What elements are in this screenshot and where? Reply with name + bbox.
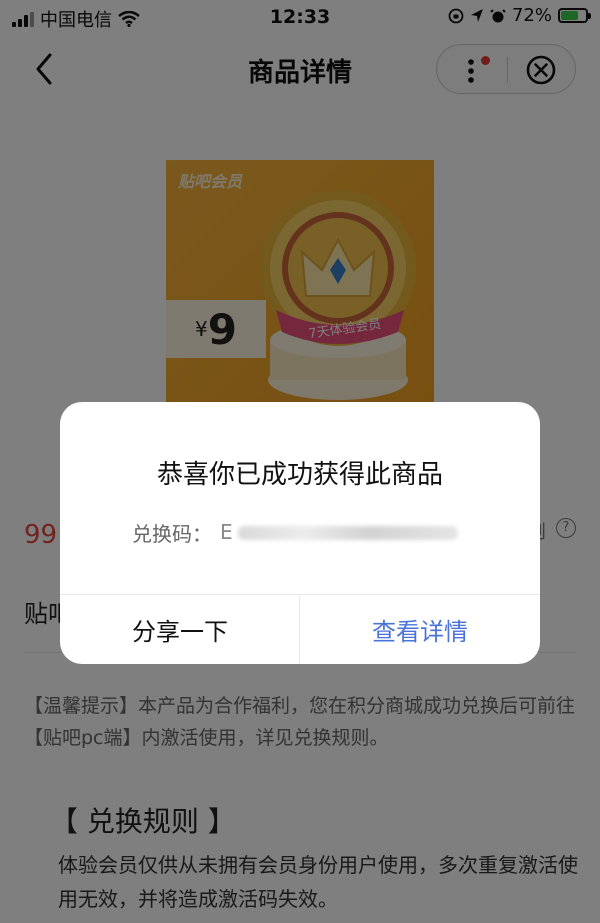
dialog-title: 恭喜你已成功获得此商品 [156,460,443,490]
success-dialog: 恭喜你已成功获得此商品 兑换码： E 分享一下 查看详情 [60,402,540,664]
code-first-char: E [220,519,233,544]
share-button[interactable]: 分享一下 [60,595,300,664]
view-details-button[interactable]: 查看详情 [300,595,540,664]
redeem-code-value[interactable]: E [220,520,460,546]
redeem-code-row: 兑换码： E [132,518,460,547]
code-label: 兑换码： [132,522,212,546]
code-blurred [238,525,458,540]
